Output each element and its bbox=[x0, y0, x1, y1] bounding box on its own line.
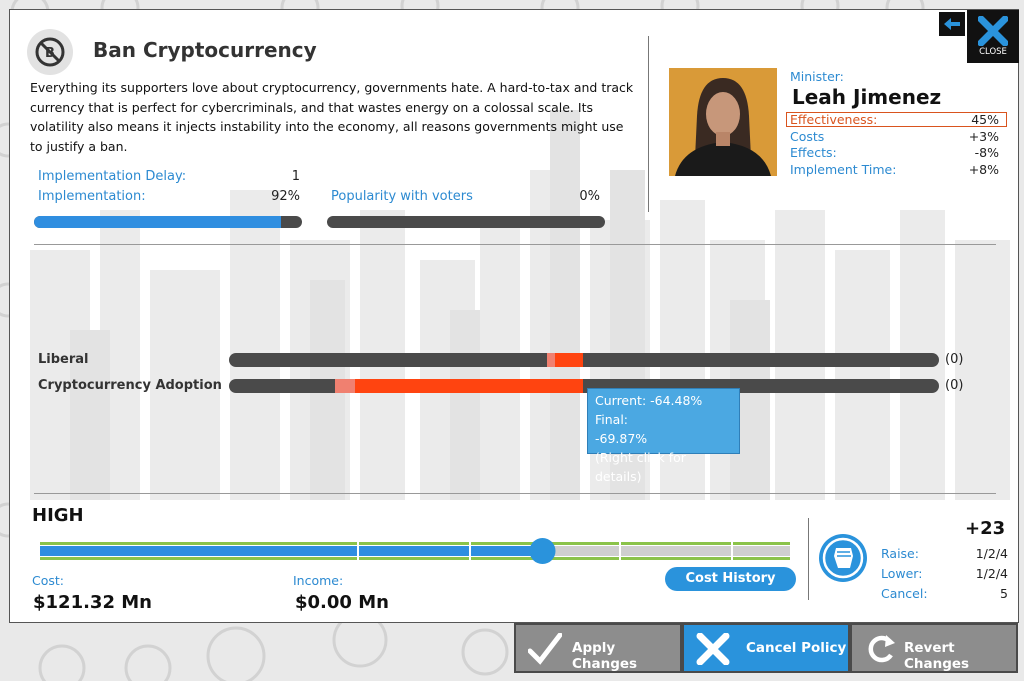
minister-divider bbox=[648, 36, 649, 212]
raise-label: Raise: bbox=[881, 546, 919, 561]
cost-label: Cost: bbox=[32, 573, 65, 588]
bottom-divider bbox=[34, 493, 996, 494]
back-arrow-icon bbox=[944, 18, 960, 30]
lower-label: Lower: bbox=[881, 566, 923, 581]
apply-changes-label: Apply Changes bbox=[572, 640, 638, 672]
income-label: Income: bbox=[293, 573, 344, 588]
effect-count-cryptocurrency-adoption: (0) bbox=[945, 378, 964, 393]
svg-text:B: B bbox=[45, 46, 55, 61]
implement-time-value: +8% bbox=[968, 162, 999, 177]
apply-changes-button[interactable]: Apply Changes bbox=[514, 623, 682, 673]
effectiveness-value: 45% bbox=[971, 112, 999, 127]
cost-history-button[interactable]: Cost History bbox=[665, 567, 796, 591]
minister-label: Minister: bbox=[790, 69, 844, 84]
revert-changes-label: Revert Changes bbox=[904, 640, 970, 672]
policy-description: Everything its supporters love about cry… bbox=[30, 80, 634, 154]
political-capital-total: +23 bbox=[965, 518, 1006, 539]
slider-handle bbox=[529, 538, 556, 564]
cost-value: $121.32 Mn bbox=[33, 592, 152, 613]
effect-label-liberal[interactable]: Liberal bbox=[38, 352, 89, 367]
policy-level-label: HIGH bbox=[32, 505, 84, 526]
popularity-label: Popularity with voters bbox=[331, 189, 473, 204]
policy-title: Ban Cryptocurrency bbox=[93, 38, 317, 62]
effects-label: Effects: bbox=[790, 145, 837, 160]
effect-label-cryptocurrency-adoption[interactable]: Cryptocurrency Adoption bbox=[38, 378, 222, 393]
cancel-policy-label: Cancel Policy bbox=[746, 640, 847, 656]
close-icon bbox=[978, 16, 1008, 46]
effect-tooltip: Current: -64.48% Final: -69.87% (Right c… bbox=[587, 388, 740, 484]
implementation-label: Implementation: bbox=[38, 189, 146, 204]
top-divider bbox=[34, 244, 996, 245]
tooltip-line-2: -69.87% bbox=[595, 431, 648, 446]
policy-slider[interactable] bbox=[38, 538, 792, 564]
effects-value: -8% bbox=[974, 145, 999, 160]
effect-bar-liberal[interactable] bbox=[229, 353, 939, 367]
capital-divider bbox=[808, 518, 809, 600]
revert-changes-button[interactable]: Revert Changes bbox=[850, 623, 1018, 673]
implement-time-label: Implement Time: bbox=[790, 162, 897, 177]
implementation-bar bbox=[34, 216, 302, 228]
raise-value: 1/2/4 bbox=[975, 546, 1008, 561]
popularity-value: 0% bbox=[579, 189, 600, 204]
minister-name: Leah Jimenez bbox=[792, 85, 942, 109]
implementation-value: 92% bbox=[271, 189, 300, 204]
no-bitcoin-icon: B bbox=[27, 29, 73, 75]
costs-label: Costs bbox=[790, 129, 825, 144]
implementation-delay-value: 1 bbox=[291, 169, 300, 184]
tooltip-line-3: (Right click for details) bbox=[595, 450, 686, 484]
cancel-policy-button[interactable]: Cancel Policy bbox=[682, 623, 850, 673]
cancel-value: 5 bbox=[1000, 586, 1008, 601]
popularity-bar bbox=[327, 216, 605, 228]
effect-bar-liberal-current bbox=[555, 353, 583, 367]
cancel-x-icon bbox=[696, 633, 730, 665]
back-button[interactable] bbox=[939, 12, 965, 36]
income-value: $0.00 Mn bbox=[295, 592, 389, 613]
policy-panel: B Ban Cryptocurrency Everything its supp… bbox=[9, 9, 1019, 623]
close-button[interactable]: CLOSE bbox=[967, 10, 1019, 63]
cancel-label: Cancel: bbox=[881, 586, 928, 601]
close-label: CLOSE bbox=[979, 47, 1007, 57]
effect-count-liberal: (0) bbox=[945, 352, 964, 367]
implementation-bar-fill bbox=[34, 216, 281, 228]
minister-portrait[interactable] bbox=[669, 68, 777, 176]
lower-value: 1/2/4 bbox=[975, 566, 1008, 581]
revert-arrow-icon bbox=[868, 635, 895, 663]
effectiveness-label: Effectiveness: bbox=[790, 112, 878, 127]
effect-bar-cryptocurrency-adoption[interactable] bbox=[229, 379, 939, 393]
raised-fist-icon bbox=[819, 534, 867, 582]
implementation-delay-label: Implementation Delay: bbox=[38, 169, 187, 184]
tooltip-line-1: Current: -64.48% Final: bbox=[595, 393, 703, 427]
checkmark-icon bbox=[528, 633, 562, 665]
effect-bar-crypto-current bbox=[355, 379, 583, 393]
costs-value: +3% bbox=[968, 129, 999, 144]
